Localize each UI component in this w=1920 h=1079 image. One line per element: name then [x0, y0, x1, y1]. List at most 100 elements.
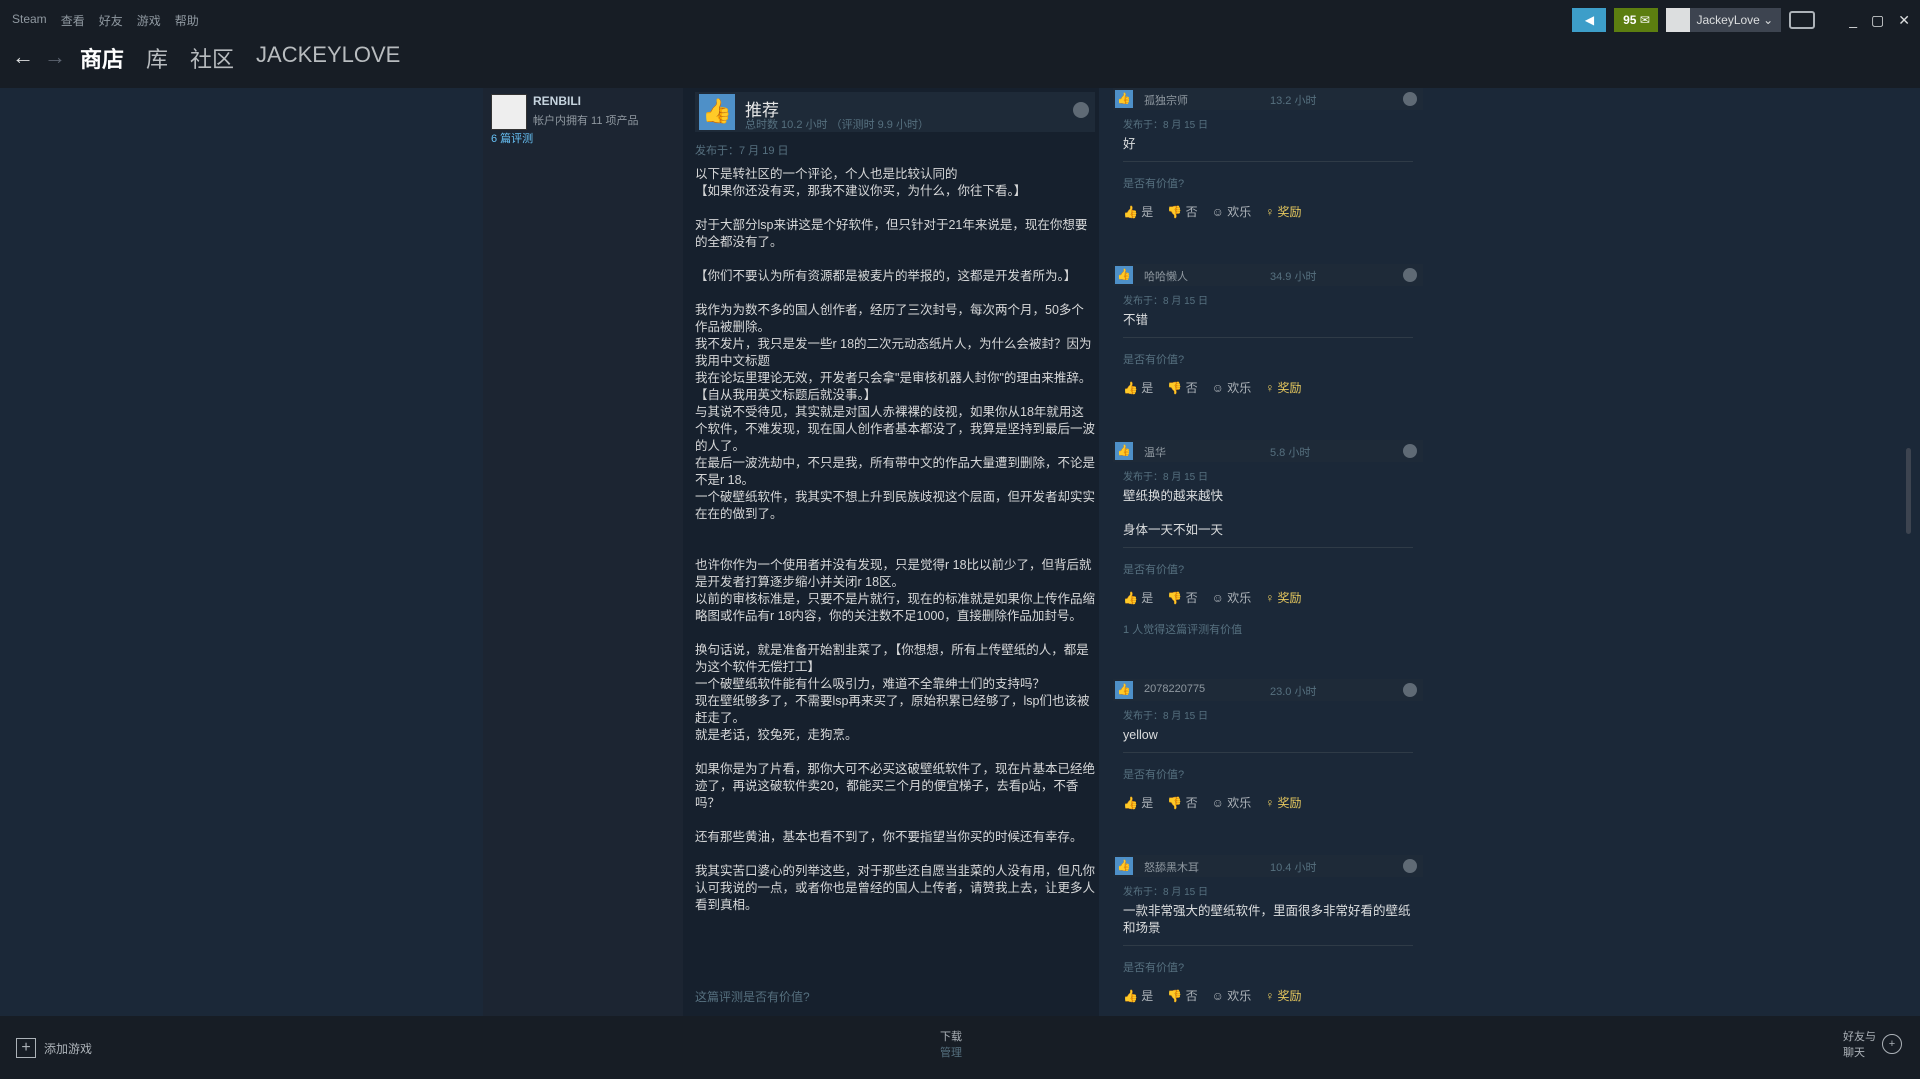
divider [1123, 161, 1413, 162]
vote-no-button[interactable]: 👎 否 [1167, 794, 1197, 811]
steam-icon[interactable] [1403, 92, 1417, 106]
menu-help[interactable]: 帮助 [175, 12, 199, 29]
review-text: 以下是转社区的一个评论，个人也是比较认同的 【如果你还没有买，那我不建议你买，为… [695, 167, 1096, 912]
bottom-bar: + 添加游戏 下载 管理 好友与 聊天 + [0, 1016, 1920, 1079]
vote-no-label: 否 [1185, 591, 1198, 605]
steam-icon[interactable] [1403, 444, 1417, 458]
comment-hours: 10.4 小时 [1270, 862, 1317, 874]
vote-no-button[interactable]: 👎 否 [1167, 589, 1197, 606]
award-button[interactable]: ♀ 奖励 [1265, 589, 1301, 606]
comment-author[interactable]: 温华 [1144, 444, 1166, 460]
comment-date: 发布于：8 月 15 日 [1123, 887, 1209, 898]
comment-author[interactable]: 怒舔黑木耳 [1144, 859, 1199, 875]
vote-funny-button[interactable]: ☺ 欢乐 [1212, 987, 1252, 1004]
author-avatar[interactable] [491, 94, 527, 130]
menu-friends[interactable]: 好友 [99, 12, 123, 29]
helpful-question: 是否有价值? [1123, 178, 1185, 190]
award-button[interactable]: ♀ 奖励 [1265, 203, 1301, 220]
steam-icon[interactable] [1403, 683, 1417, 697]
nav-username[interactable]: JACKEYLOVE [256, 42, 400, 74]
vote-funny-button[interactable]: ☺ 欢乐 [1212, 379, 1252, 396]
helpful-question: 是否有价值? [1123, 769, 1185, 781]
vote-no-button[interactable]: 👎 否 [1167, 987, 1197, 1004]
announcement-button[interactable]: ◀ [1572, 8, 1607, 32]
vote-funny-button[interactable]: ☺ 欢乐 [1212, 794, 1252, 811]
author-name[interactable]: RENBILI [533, 94, 581, 108]
thumbs-up-icon: 👍 [699, 94, 735, 130]
vote-buttons: 👍 是 👎 否 ☺ 欢乐 ♀ 奖励 [1123, 203, 1302, 220]
close-button[interactable]: ✕ [1898, 12, 1910, 29]
comment-author[interactable]: 哈哈懒人 [1144, 268, 1188, 284]
forward-arrow-icon[interactable]: → [44, 44, 66, 70]
scrollbar[interactable] [1906, 448, 1911, 534]
navigation-bar: ← → 商店 库 社区 JACKEYLOVE [0, 36, 1920, 88]
vote-yes-label: 是 [1141, 591, 1154, 605]
vote-yes-label: 是 [1141, 796, 1154, 810]
vote-yes-button[interactable]: 👍 是 [1123, 379, 1153, 396]
comment-header: 👍 孤独宗师 13.2 小时 [1113, 88, 1423, 110]
steam-icon[interactable] [1403, 268, 1417, 282]
review-date: 发布于：7 月 19 日 [695, 145, 789, 157]
author-owned-products: 帐户内拥有 11 项产品 [533, 115, 639, 127]
account-menu[interactable]: JackeyLove ⌄ [1666, 8, 1782, 32]
divider [1123, 752, 1413, 753]
big-picture-icon[interactable] [1789, 11, 1816, 29]
main-content: RENBILI 帐户内拥有 11 项产品 6 篇评测 👍 推荐 总时数 10.2… [0, 88, 1920, 1016]
vote-yes-button[interactable]: 👍 是 [1123, 794, 1153, 811]
award-button[interactable]: ♀ 奖励 [1265, 987, 1301, 1004]
vote-no-label: 否 [1185, 205, 1198, 219]
vote-no-label: 否 [1185, 381, 1198, 395]
minimize-button[interactable]: _ [1849, 12, 1857, 29]
comment-author[interactable]: 孤独宗师 [1144, 92, 1188, 108]
vote-yes-button[interactable]: 👍 是 [1123, 987, 1153, 1004]
menu-view[interactable]: 查看 [61, 12, 85, 29]
steam-icon[interactable] [1403, 859, 1417, 873]
comment-date: 发布于：8 月 15 日 [1123, 472, 1209, 483]
comment-date: 发布于：8 月 15 日 [1123, 296, 1209, 307]
vote-no-button[interactable]: 👎 否 [1167, 379, 1197, 396]
vote-yes-button[interactable]: 👍 是 [1123, 589, 1153, 606]
helpful-question: 是否有价值? [1123, 564, 1185, 576]
comment-text: 好 [1123, 137, 1136, 151]
comment-text: 壁纸换的越来越快 身体一天不如一天 [1123, 489, 1224, 537]
comment-author[interactable]: 2078220775 [1144, 683, 1205, 695]
comment-date: 发布于：8 月 15 日 [1123, 711, 1209, 722]
back-arrow-icon[interactable]: ← [12, 44, 34, 70]
author-review-count[interactable]: 6 篇评测 [491, 130, 533, 146]
vote-yes-label: 是 [1141, 989, 1154, 1003]
playtime: 总时数 10.2 小时 （评测时 9.9 小时） [745, 119, 929, 131]
comment-date: 发布于：8 月 15 日 [1123, 120, 1209, 131]
vote-funny-label: 欢乐 [1227, 591, 1252, 605]
nav-library[interactable]: 库 [146, 42, 168, 74]
helpful-question: 这篇评测是否有价值? [695, 990, 810, 1004]
nav-community[interactable]: 社区 [190, 42, 234, 74]
vote-yes-button[interactable]: 👍 是 [1123, 203, 1153, 220]
comment-header: 👍 温华 5.8 小时 [1113, 440, 1423, 462]
maximize-button[interactable]: ▢ [1871, 12, 1884, 29]
add-friend-icon: + [1882, 1034, 1902, 1054]
vote-funny-button[interactable]: ☺ 欢乐 [1212, 203, 1252, 220]
menu-games[interactable]: 游戏 [137, 12, 161, 29]
plus-icon: + [16, 1038, 36, 1058]
top-menu: Steam 查看 好友 游戏 帮助 [12, 12, 199, 29]
vote-no-button[interactable]: 👎 否 [1167, 203, 1197, 220]
helpful-count: 1 人觉得这篇评测有价值 [1123, 624, 1243, 636]
friends-chat-button[interactable]: 好友与 聊天 + [1843, 1028, 1902, 1060]
comment-hours: 34.9 小时 [1270, 271, 1317, 283]
menu-steam[interactable]: Steam [12, 12, 47, 29]
vote-funny-label: 欢乐 [1227, 205, 1252, 219]
nav-store[interactable]: 商店 [80, 42, 124, 74]
top-right-controls: ◀ 95 ✉ JackeyLove ⌄ _ ▢ ✕ [1572, 8, 1910, 32]
comment-text: 不错 [1123, 313, 1149, 327]
comment-header: 👍 哈哈懒人 34.9 小时 [1113, 264, 1423, 286]
downloads-button[interactable]: 下载 管理 [940, 1028, 962, 1060]
award-label: 奖励 [1277, 591, 1302, 605]
add-game-button[interactable]: + 添加游戏 [16, 1038, 92, 1058]
award-button[interactable]: ♀ 奖励 [1265, 379, 1301, 396]
megaphone-icon: ◀ [1584, 13, 1595, 27]
vote-funny-button[interactable]: ☺ 欢乐 [1212, 589, 1252, 606]
notifications-button[interactable]: 95 ✉ [1614, 8, 1659, 32]
vote-buttons: 👍 是 👎 否 ☺ 欢乐 ♀ 奖励 [1123, 987, 1302, 1004]
award-button[interactable]: ♀ 奖励 [1265, 794, 1301, 811]
thumbs-up-icon: 👍 [1115, 442, 1133, 460]
